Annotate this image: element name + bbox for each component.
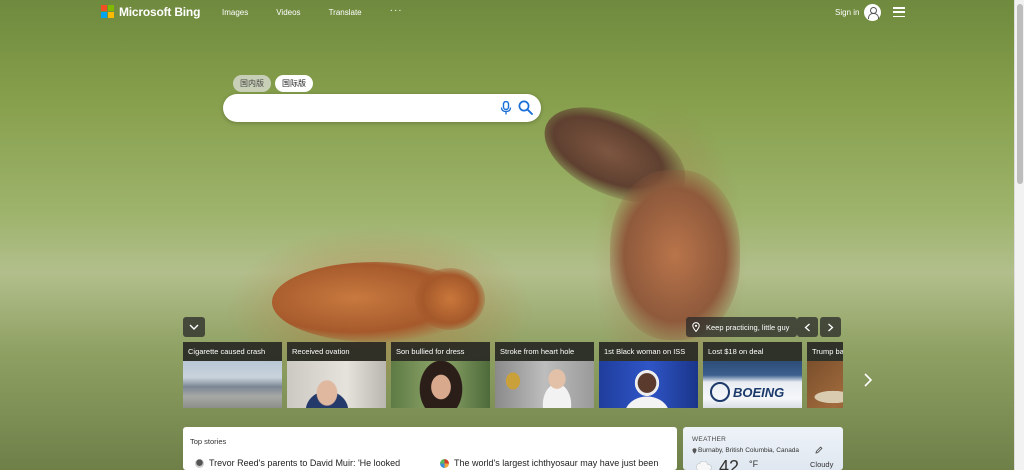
user-avatar-icon: [864, 4, 882, 21]
svg-text:BOEING: BOEING: [733, 385, 784, 400]
news-card[interactable]: Cigarette caused crash: [183, 342, 282, 408]
story-item[interactable]: The world's largest ichthyosaur may have…: [440, 458, 658, 468]
news-source-icon: [195, 458, 204, 468]
news-card[interactable]: Received ovation: [287, 342, 386, 408]
news-source-icon: [440, 458, 449, 468]
collapse-feed-button[interactable]: [183, 317, 205, 337]
next-image-button[interactable]: [820, 317, 841, 337]
search-input[interactable]: [235, 100, 495, 116]
woman-portrait-photo: [391, 361, 490, 408]
top-bar: Microsoft Bing Images Videos Translate ·…: [0, 0, 1014, 26]
news-card-title: Stroke from heart hole: [495, 342, 594, 361]
fossil-photo: [807, 361, 843, 408]
chevron-down-icon: [189, 324, 199, 330]
news-card-title: 1st Black woman on ISS: [599, 342, 698, 361]
search-icon[interactable]: [518, 100, 533, 115]
woman-with-trophy-photo: [495, 361, 594, 408]
sign-in-button[interactable]: Sign in: [835, 4, 882, 21]
nav-images[interactable]: Images: [222, 8, 248, 17]
chevron-left-icon: [804, 323, 810, 332]
top-stories-panel: Top stories Trevor Reed's parents to Dav…: [183, 427, 677, 470]
man-at-podium-photo: [287, 361, 386, 408]
search-box: [223, 94, 541, 122]
chevron-right-icon: [828, 323, 834, 332]
carousel-next-chevron-icon[interactable]: [863, 372, 873, 388]
news-card[interactable]: Trump back: [807, 342, 843, 408]
news-card-title: Trump back: [807, 342, 843, 361]
weather-temperature: 42: [719, 457, 740, 470]
news-card[interactable]: Lost $18 on deal BOEING: [703, 342, 802, 408]
weather-heading: WEATHER: [692, 436, 727, 443]
news-carousel: Cigarette caused crash Received ovation …: [183, 342, 843, 408]
weather-location: Burnaby, British Columbia, Canada: [698, 447, 800, 454]
news-card[interactable]: Stroke from heart hole: [495, 342, 594, 408]
news-card-title: Received ovation: [287, 342, 386, 361]
news-card-title: Son bullied for dress: [391, 342, 490, 361]
image-caption-button[interactable]: Keep practicing, little guy: [686, 317, 798, 337]
weather-condition: Cloudy: [810, 460, 834, 469]
region-tabs: 国内版 国际版: [233, 75, 313, 92]
scrollbar-thumb[interactable]: [1017, 4, 1023, 184]
top-stories-heading: Top stories: [190, 437, 227, 446]
news-card-title: Cigarette caused crash: [183, 342, 282, 361]
page-scrollbar[interactable]: [1014, 0, 1024, 470]
edit-pencil-icon[interactable]: [815, 446, 823, 454]
jumping-fox-photo-detail: [610, 170, 740, 340]
brand-name: Microsoft Bing: [119, 5, 201, 19]
weather-unit: °F: [749, 459, 759, 469]
location-pin-icon: [692, 448, 697, 454]
story-item[interactable]: Trevor Reed's parents to David Muir: 'He…: [195, 458, 400, 468]
story-title: Trevor Reed's parents to David Muir: 'He…: [209, 458, 401, 468]
news-card[interactable]: Son bullied for dress: [391, 342, 490, 408]
sign-in-label: Sign in: [835, 8, 860, 17]
boeing-plane-photo: BOEING: [703, 361, 802, 408]
hamburger-menu-icon[interactable]: [893, 7, 905, 17]
bing-logo[interactable]: Microsoft Bing: [101, 5, 200, 19]
news-card-title: Lost $18 on deal: [703, 342, 802, 361]
astronaut-photo: [599, 361, 698, 408]
story-title: The world's largest ichthyosaur may have…: [454, 458, 659, 468]
tab-domestic[interactable]: 国内版: [233, 75, 271, 92]
boeing-logo-icon: BOEING: [710, 382, 784, 402]
nav-videos[interactable]: Videos: [276, 8, 300, 17]
nav-translate[interactable]: Translate: [329, 8, 362, 17]
airport-planes-photo: [183, 361, 282, 408]
news-card[interactable]: 1st Black woman on ISS: [599, 342, 698, 408]
location-pin-icon: [692, 322, 700, 332]
microsoft-logo-icon: [101, 5, 115, 19]
previous-image-button[interactable]: [797, 317, 818, 337]
more-menu-button[interactable]: ···: [390, 5, 403, 17]
weather-panel[interactable]: WEATHER Burnaby, British Columbia, Canad…: [683, 427, 843, 470]
top-nav: Images Videos Translate ···: [222, 5, 431, 17]
image-caption: Keep practicing, little guy: [706, 322, 790, 332]
cloud-icon: [696, 461, 712, 470]
microphone-icon[interactable]: [500, 101, 512, 115]
tab-international[interactable]: 国际版: [275, 75, 313, 92]
standing-fox-head-photo-detail: [415, 268, 485, 330]
